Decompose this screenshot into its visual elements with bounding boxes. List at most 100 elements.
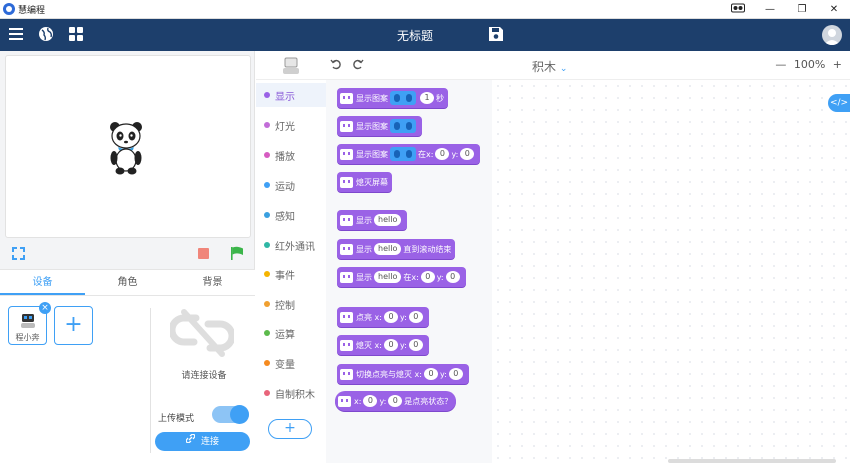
upload-mode-toggle[interactable]	[212, 405, 249, 424]
block-light-up[interactable]: 点亮 x: 0 y: 0	[337, 307, 429, 327]
block-text: 显示图案	[356, 93, 388, 103]
category-my-blocks[interactable]: 自制积木	[256, 381, 326, 405]
connect-button[interactable]: 连接	[155, 432, 250, 451]
fullscreen-icon[interactable]	[12, 247, 25, 263]
add-extension-button[interactable]: +	[268, 419, 312, 439]
category-dot	[264, 390, 270, 396]
robot-device-icon	[21, 314, 35, 328]
upload-mode-label: 上传模式	[158, 414, 195, 424]
robot-thumbnail-icon	[283, 57, 299, 74]
block-is-lit-reporter[interactable]: x: 0 y: 0 是点亮状态？	[335, 391, 457, 411]
block-toggle-light[interactable]: 切换点亮与熄灭 x: 0 y: 0	[337, 364, 469, 384]
block-text-input[interactable]: hello	[374, 271, 402, 283]
redo-icon[interactable]	[352, 58, 364, 73]
image-picker[interactable]	[390, 119, 416, 133]
block-text-input[interactable]: hello	[374, 214, 402, 226]
code-view-toggle[interactable]: </>	[828, 94, 850, 112]
category-operators[interactable]: 运算	[256, 321, 326, 345]
display-block-icon	[340, 176, 353, 188]
block-number-input[interactable]: 0	[408, 339, 423, 351]
tab-backdrops[interactable]: 背景	[170, 270, 255, 295]
block-number-input[interactable]: 0	[408, 311, 423, 323]
category-sound[interactable]: 播放	[256, 143, 326, 167]
block-show-text-until-scroll[interactable]: 显示 hello 直到滚动结束	[337, 239, 456, 259]
category-motion[interactable]: 运动	[256, 173, 326, 197]
link-icon	[185, 432, 196, 451]
image-picker[interactable]	[390, 91, 416, 105]
divider	[150, 308, 151, 453]
category-label: 变量	[275, 359, 295, 371]
block-text: 显示	[356, 215, 372, 225]
restore-button[interactable]: ❐	[786, 4, 818, 15]
block-number-input[interactable]: 0	[448, 368, 463, 380]
block-text-input[interactable]: hello	[374, 243, 402, 255]
display-block-icon	[338, 395, 351, 407]
block-show-image[interactable]: 显示图案	[337, 116, 422, 136]
editor-mode-dropdown[interactable]: 积木 ⌄	[532, 58, 567, 75]
code-workspace[interactable]: </>	[492, 80, 850, 463]
category-dot	[264, 152, 270, 158]
block-number-input[interactable]: 0	[363, 395, 378, 407]
block-show-text-at[interactable]: 显示 hello 在x: 0 y: 0	[337, 267, 466, 287]
display-block-icon	[340, 214, 353, 226]
category-sensing[interactable]: 感知	[256, 203, 326, 227]
block-number-input[interactable]: 0	[383, 311, 398, 323]
block-clear-screen[interactable]: 熄灭屏幕	[337, 172, 392, 192]
category-variables[interactable]: 变量	[256, 351, 326, 375]
block-text: 点亮 x:	[356, 312, 382, 322]
vr-glasses-icon[interactable]	[722, 3, 754, 16]
block-show-image-at[interactable]: 显示图案 在x: 0 y: 0	[337, 144, 481, 164]
block-text: y:	[399, 340, 407, 350]
block-text: 熄灭屏幕	[356, 177, 388, 187]
block-show-text[interactable]: 显示 hello	[337, 210, 408, 230]
block-text: 显示图案	[356, 121, 388, 131]
block-show-image-for-secs[interactable]: 显示图案 1 秒	[337, 88, 448, 108]
block-text: y:	[451, 149, 459, 159]
zoom-out-button[interactable]: —	[775, 58, 786, 71]
remove-device-icon[interactable]: ×	[39, 302, 51, 314]
tab-sprites[interactable]: 角色	[85, 270, 170, 295]
stage-canvas[interactable]	[5, 55, 251, 238]
block-number-input[interactable]: 1	[420, 92, 434, 104]
category-infrared[interactable]: 红外通讯	[256, 233, 326, 257]
zoom-in-button[interactable]: +	[833, 58, 842, 71]
block-text: y:	[439, 369, 447, 379]
block-light-off[interactable]: 熄灭 x: 0 y: 0	[337, 335, 429, 355]
category-dot	[264, 182, 270, 188]
minimize-button[interactable]: —	[754, 4, 786, 15]
stop-icon[interactable]	[198, 248, 209, 259]
device-card-codey-rocky[interactable]: 程小奔 ×	[8, 302, 51, 345]
panda-sprite[interactable]	[106, 120, 146, 175]
app-name: 慧编程	[18, 5, 46, 16]
category-events[interactable]: 事件	[256, 262, 326, 286]
save-icon[interactable]	[488, 26, 506, 44]
document-title[interactable]: 无标题	[0, 27, 830, 44]
category-label: 自制积木	[275, 389, 315, 401]
stage-tabs: 设备 角色 背景	[0, 269, 255, 296]
zoom-level: 100%	[793, 58, 826, 71]
block-number-input[interactable]: 0	[445, 271, 460, 283]
green-flag-icon[interactable]	[230, 246, 244, 263]
block-number-input[interactable]: 0	[420, 271, 435, 283]
block-number-input[interactable]: 0	[460, 148, 475, 160]
category-lighting[interactable]: 灯光	[256, 113, 326, 137]
block-number-input[interactable]: 0	[423, 368, 438, 380]
undo-icon[interactable]	[330, 58, 342, 73]
block-text: 熄灭 x:	[356, 340, 382, 350]
category-display[interactable]: 显示	[256, 83, 326, 107]
category-label: 控制	[275, 300, 295, 312]
user-avatar[interactable]	[822, 25, 842, 45]
close-button[interactable]: ✕	[818, 4, 850, 15]
tab-devices[interactable]: 设备	[0, 270, 85, 295]
category-control[interactable]: 控制	[256, 292, 326, 316]
block-text: 显示图案	[356, 149, 388, 159]
block-number-input[interactable]: 0	[388, 395, 403, 407]
app-toolbar: 无标题	[0, 19, 850, 51]
image-picker[interactable]	[390, 147, 416, 161]
add-device-button[interactable]: +	[54, 306, 93, 345]
display-block-icon	[340, 92, 353, 104]
block-number-input[interactable]: 0	[435, 148, 450, 160]
horizontal-scrollbar[interactable]	[668, 459, 836, 463]
block-number-input[interactable]: 0	[383, 339, 398, 351]
display-block-icon	[340, 271, 353, 283]
